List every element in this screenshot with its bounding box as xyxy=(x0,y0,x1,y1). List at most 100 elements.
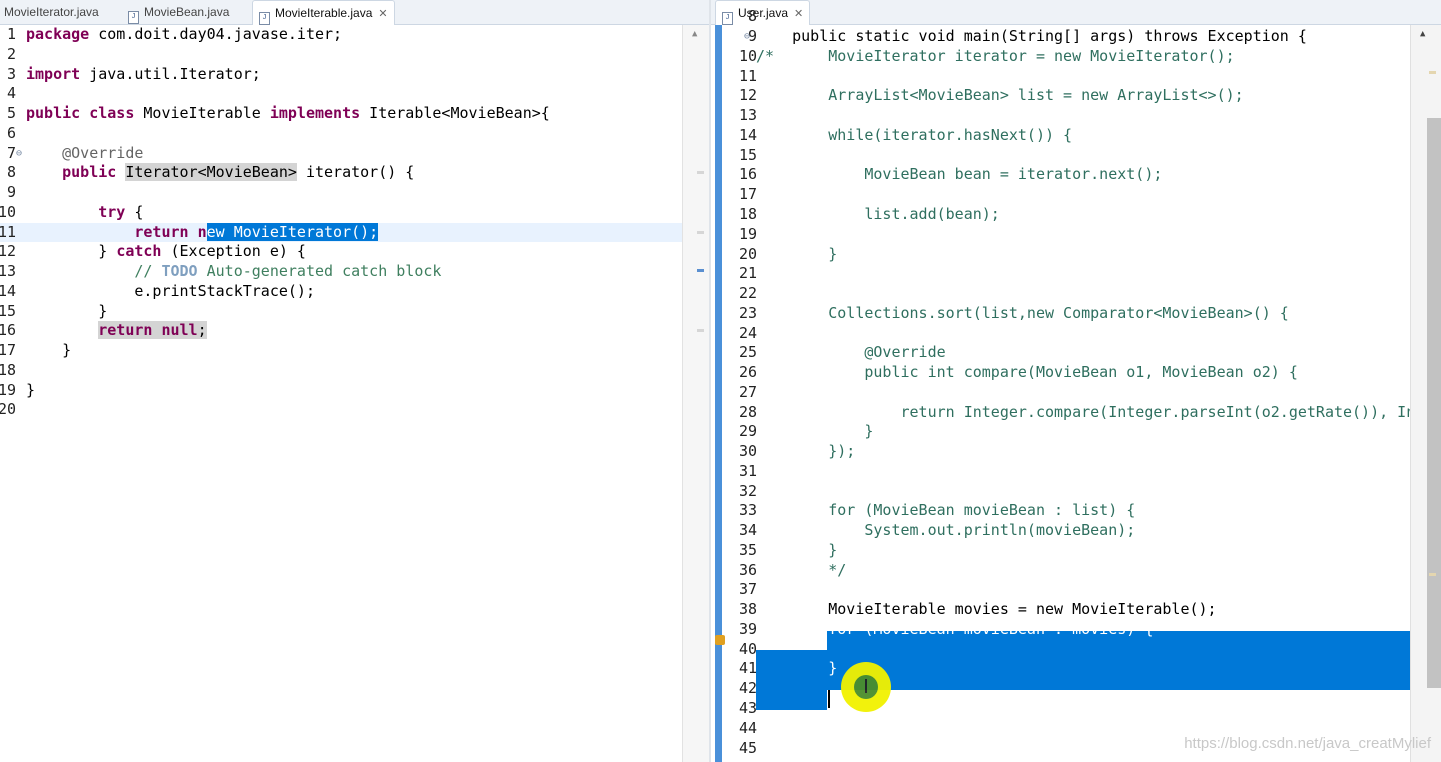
code-line: 9 ⊖ public static void main(String[] args… xyxy=(711,27,1441,47)
code-line: 12 ArrayList<MovieBean> list = new Array… xyxy=(711,86,1441,106)
line-number: 41 xyxy=(738,659,757,678)
right-editor-pane: J User.java ✕ 8 9 ⊖ public static void main(… xyxy=(711,0,1441,762)
text-caret xyxy=(828,690,830,708)
line-number: 28 xyxy=(738,402,757,421)
code-line: 31 xyxy=(711,462,1441,482)
code-text: MovieBean bean = iterator.next(); xyxy=(756,165,1163,184)
left-overview-ruler[interactable]: ▲ xyxy=(682,25,711,762)
code-text: System.out.println(movieBean); xyxy=(756,521,1136,540)
tab-moviebean[interactable]: J MovieBean.java xyxy=(128,0,229,24)
fold-icon[interactable]: ⊖ xyxy=(16,144,22,164)
code-line: 17 xyxy=(711,185,1441,205)
java-file-icon: J xyxy=(259,12,270,25)
code-text: */ xyxy=(756,560,847,579)
code-line: 15 xyxy=(711,146,1441,166)
left-editor-pane: MovieIterator.java J MovieBean.java J Movi… xyxy=(0,0,711,762)
code-line: 11 xyxy=(711,67,1441,87)
current-line: 11 return new MovieIterator(); xyxy=(0,222,711,243)
line-number: 16 xyxy=(738,165,757,184)
occurrence-marker[interactable] xyxy=(697,269,704,272)
code-line: 14 while(iterator.hasNext()) { xyxy=(711,126,1441,146)
line-number: 23 xyxy=(738,303,757,322)
code-text: } xyxy=(756,540,838,559)
scroll-up-icon[interactable]: ▲ xyxy=(692,29,697,39)
code-text: for (MovieBean movieBean : list) { xyxy=(756,501,1136,520)
code-text: return Integer.compare(Integer.parseInt(… xyxy=(756,402,1416,421)
code-line: 30 }); xyxy=(711,442,1441,462)
line-number: 14 xyxy=(738,125,757,144)
tab-movieiterator[interactable]: MovieIterator.java xyxy=(4,0,99,24)
code-line: 29 } xyxy=(711,422,1441,442)
code-text: MovieIterable movies = new MovieIterable… xyxy=(756,600,1217,619)
close-tab-icon[interactable]: ✕ xyxy=(378,2,387,26)
ruler-marker xyxy=(697,171,704,174)
ruler-marker xyxy=(697,329,704,332)
line-number: 39 xyxy=(738,619,757,638)
code-text: } xyxy=(756,244,838,263)
left-code-editor[interactable]: 1 package com.doit.day04.javase.iter; 2 3… xyxy=(0,25,711,762)
code-text: } xyxy=(756,422,874,441)
code-line: 23 Collections.sort(list,new Comparator<… xyxy=(711,304,1441,324)
code-text: } xyxy=(756,659,838,678)
code-line: 35 } xyxy=(711,541,1441,561)
code-line: 42 xyxy=(711,679,1441,699)
code-line: 41 } xyxy=(711,659,1441,679)
line-number: 30 xyxy=(738,442,757,461)
code-line: 36 */ xyxy=(711,561,1441,581)
line-number: 37 xyxy=(738,580,757,599)
scrollbar-thumb[interactable] xyxy=(1427,118,1441,688)
code-line: 27 xyxy=(711,383,1441,403)
warning-icon[interactable] xyxy=(715,635,725,645)
line-number: 10 xyxy=(738,46,757,65)
watermark: https://blog.csdn.net/java_creatMylief xyxy=(1184,735,1431,752)
code-text: list.add(bean); xyxy=(756,205,1000,223)
code-text: ArrayList<MovieBean> list = new ArrayLis… xyxy=(756,86,1244,105)
code-line: 19 xyxy=(711,225,1441,245)
java-file-icon: J xyxy=(128,11,139,24)
line-number: 22 xyxy=(738,284,757,303)
code-text: @Override xyxy=(756,343,946,362)
scroll-up-icon[interactable]: ▲ xyxy=(1420,29,1425,39)
code-line: 16 MovieBean bean = iterator.next(); xyxy=(711,165,1441,185)
line-number: 8 xyxy=(747,7,757,26)
line-number: 24 xyxy=(738,323,757,342)
code-line: 28 return Integer.compare(Integer.parseI… xyxy=(711,403,1441,423)
line-number: 19 xyxy=(738,224,757,243)
code-line: 39 for (MovieBean movieBean : movies) { xyxy=(711,620,1441,640)
line-number: 33 xyxy=(738,501,757,520)
line-number: 27 xyxy=(738,382,757,401)
code-text: /* MovieIterator iterator = new MovieIte… xyxy=(756,46,1235,65)
line-number: 17 xyxy=(738,185,757,204)
right-code-editor[interactable]: 8 9 ⊖ public static void main(String[] arg… xyxy=(711,7,1441,762)
line-number: 29 xyxy=(738,422,757,441)
code-text: }); xyxy=(756,442,856,461)
left-tab-bar: MovieIterator.java J MovieBean.java J Movi… xyxy=(0,0,711,25)
line-number: 20 xyxy=(738,244,757,263)
line-number: 32 xyxy=(738,481,757,500)
line-number: 35 xyxy=(738,540,757,559)
tab-movieiterable[interactable]: J MovieIterable.java ✕ xyxy=(252,0,395,25)
code-line: 40 xyxy=(711,640,1441,660)
code-line: 22 xyxy=(711,284,1441,304)
ruler-marker xyxy=(1429,573,1436,576)
code-line: 24 xyxy=(711,324,1441,344)
line-number: 42 xyxy=(738,679,757,698)
code-text: Collections.sort(list,new Comparator<Mov… xyxy=(756,303,1289,322)
line-number: 13 xyxy=(738,106,757,125)
fold-icon[interactable]: ⊖ xyxy=(744,27,750,47)
line-number: 25 xyxy=(738,343,757,362)
right-overview-ruler[interactable]: ▲ xyxy=(1410,25,1441,762)
code-text: public static void main(String[] args) t… xyxy=(756,27,1307,46)
line-number: 18 xyxy=(738,205,757,223)
line-number: 15 xyxy=(738,145,757,164)
code-text: while(iterator.hasNext()) { xyxy=(756,125,1073,144)
code-line: 21 xyxy=(711,264,1441,284)
code-line: 33 for (MovieBean movieBean : list) { xyxy=(711,501,1441,521)
line-number: 40 xyxy=(738,639,757,658)
line-number: 38 xyxy=(738,600,757,619)
line-number: 12 xyxy=(738,86,757,105)
line-number: 31 xyxy=(738,461,757,480)
code-line: 25 @Override xyxy=(711,343,1441,363)
code-line: 13 xyxy=(711,106,1441,126)
code-line: 8 xyxy=(711,7,1441,27)
